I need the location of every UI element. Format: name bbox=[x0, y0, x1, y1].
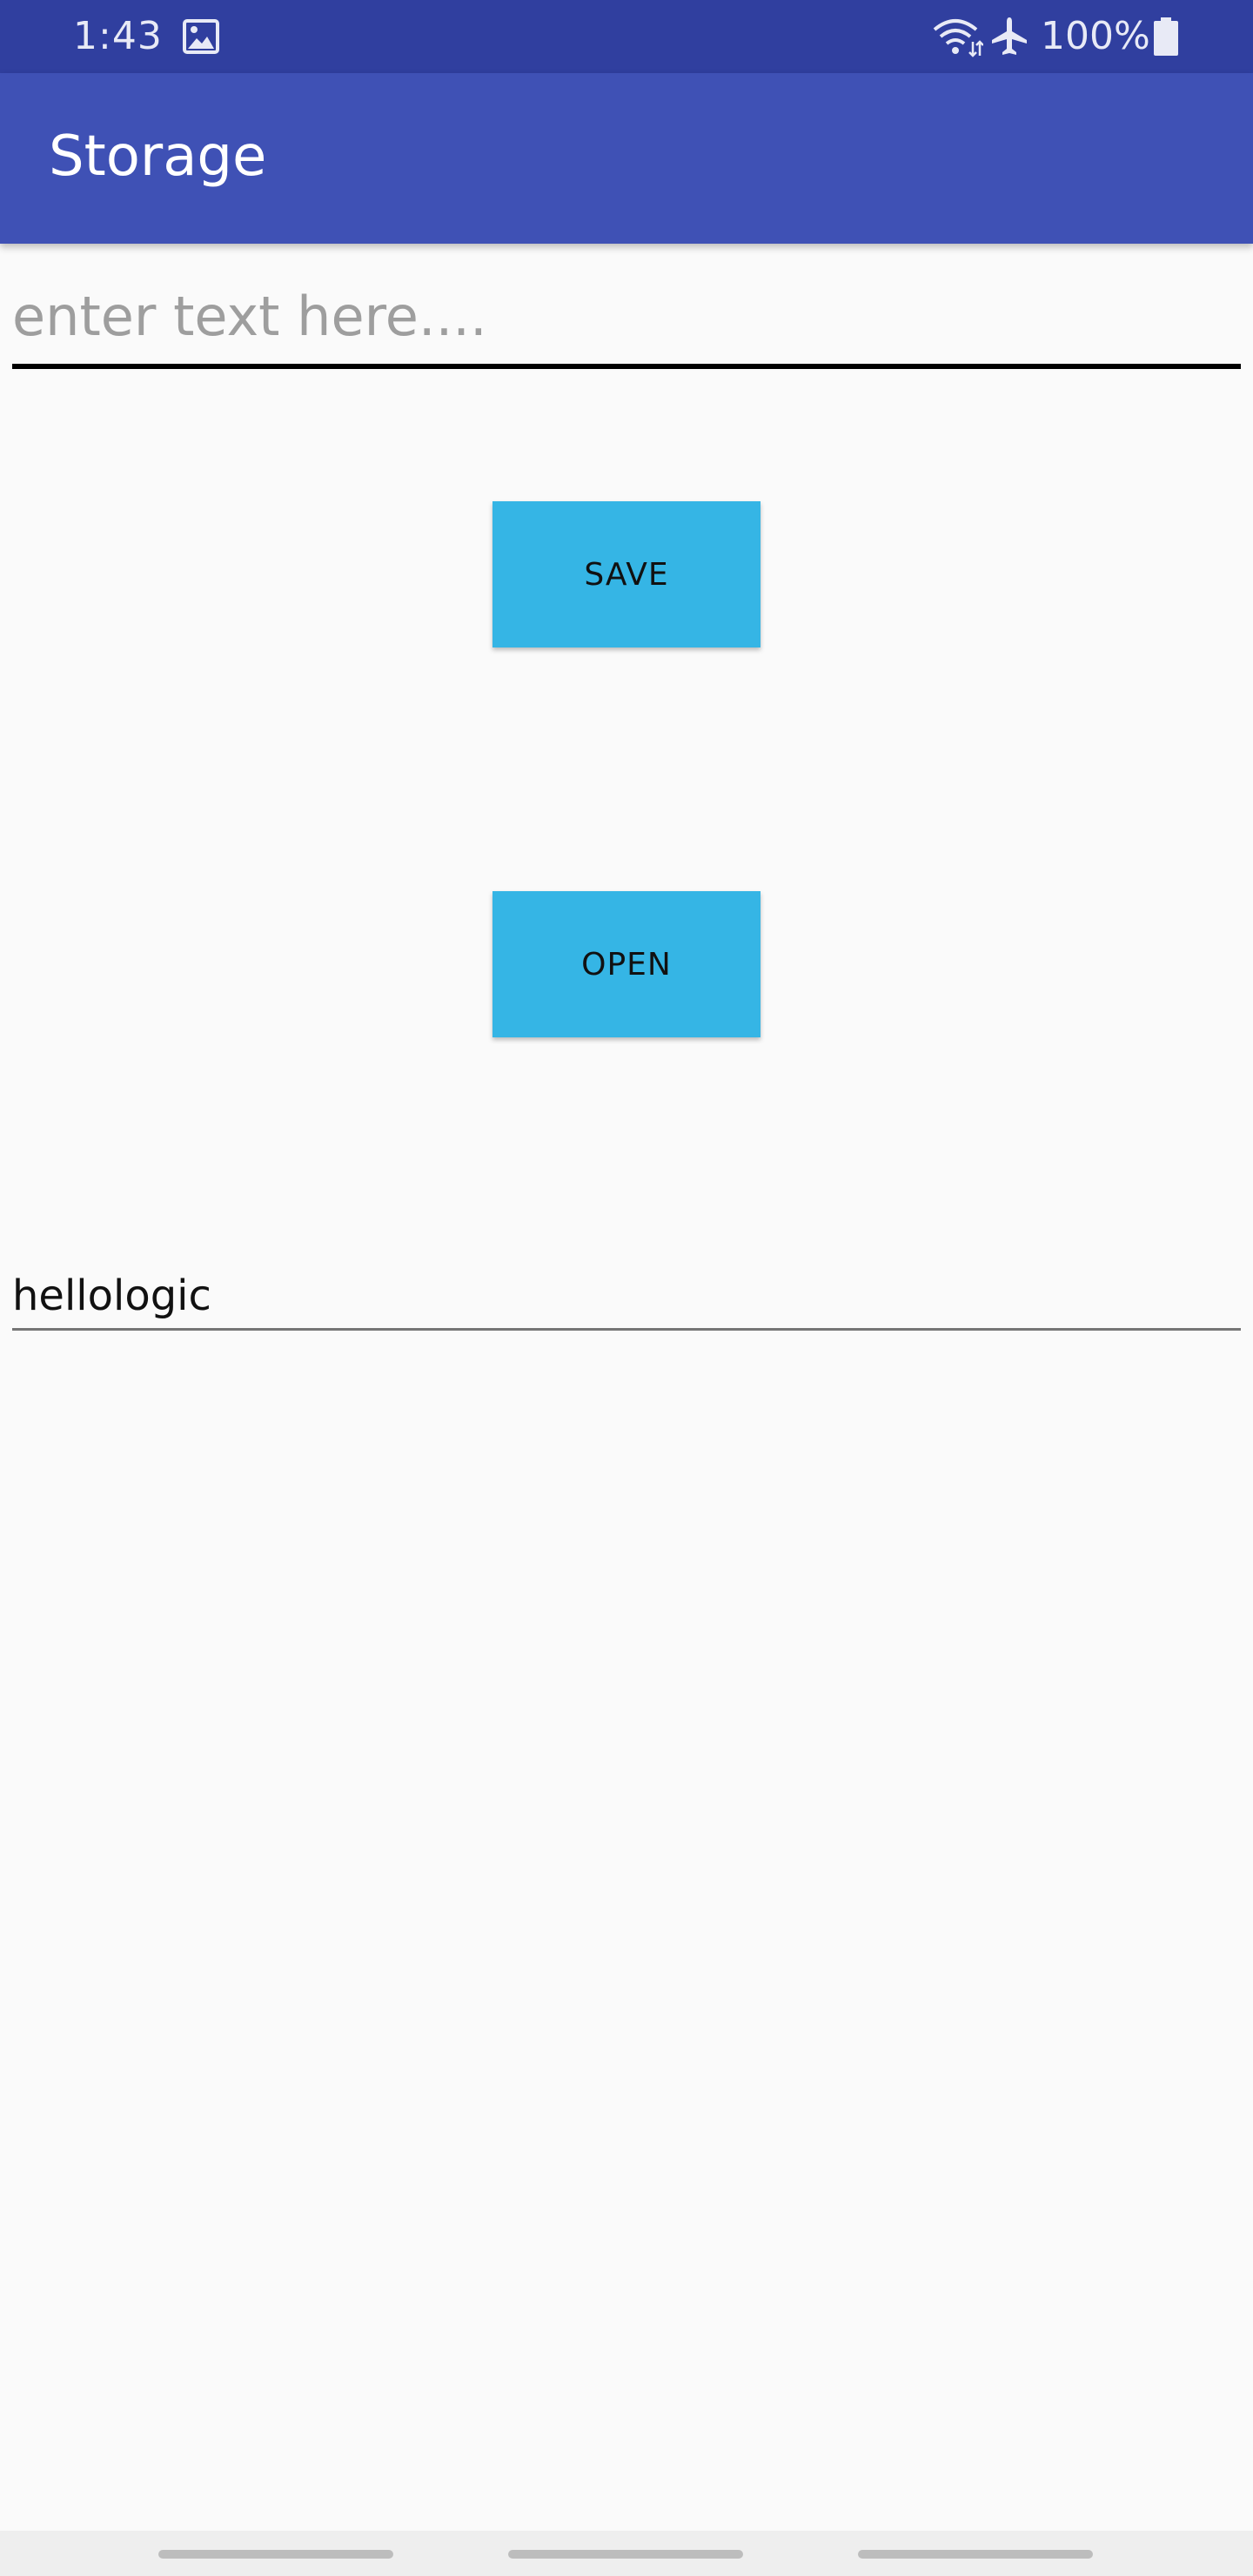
nav-recents-handle[interactable] bbox=[858, 2550, 1093, 2559]
app-title: Storage bbox=[49, 124, 267, 189]
app-bar: Storage bbox=[0, 73, 1253, 244]
battery-icon bbox=[1154, 17, 1178, 56]
nav-back-handle[interactable] bbox=[158, 2550, 393, 2559]
battery-percentage: 100% bbox=[1041, 14, 1150, 58]
nav-home-handle[interactable] bbox=[508, 2550, 743, 2559]
output-field[interactable]: hellologic bbox=[12, 1264, 1241, 1331]
text-input-field bbox=[12, 277, 1241, 369]
navigation-bar bbox=[0, 2531, 1253, 2576]
airplane-icon bbox=[992, 17, 1027, 55]
status-bar: 1:43 100% bbox=[0, 0, 1253, 73]
save-button[interactable]: SAVE bbox=[492, 501, 761, 647]
output-text: hellologic bbox=[12, 1271, 211, 1320]
status-time: 1:43 bbox=[73, 14, 163, 58]
wifi-icon bbox=[933, 19, 983, 57]
text-input[interactable] bbox=[12, 277, 1241, 355]
open-button[interactable]: OPEN bbox=[492, 891, 761, 1037]
gallery-icon bbox=[183, 19, 219, 54]
